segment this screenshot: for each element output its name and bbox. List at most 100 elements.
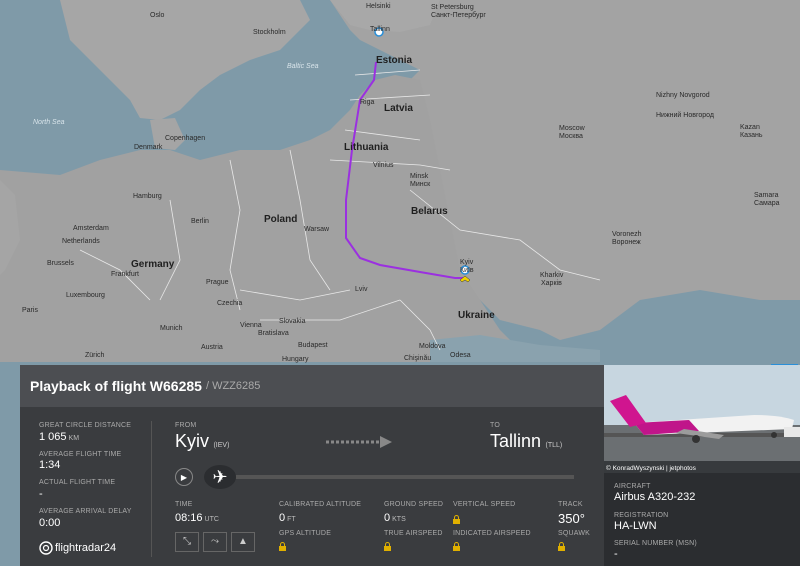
altitude-graph-button[interactable]: ▲ [231,532,255,552]
city-label: Budapest [298,342,328,349]
serial-label: SERIAL NUMBER (MSN) [614,540,697,547]
city-label: Paris [22,307,38,314]
country-label: Poland [264,214,297,225]
country-label: Ukraine [458,310,495,321]
city-label: Казань [740,132,763,139]
zoom-route-icon: ⤡ [183,536,191,547]
registration-value: HA-LWN [614,520,657,532]
country-label: Czechia [217,300,242,307]
city-label: Lviv [355,286,368,293]
route-arrow-icon [326,436,392,448]
city-label: Hamburg [133,193,162,200]
track-view-icon: ⤳ [211,536,219,547]
logo-text: flightradar24 [55,542,117,554]
city-label: Helsinki [366,3,391,10]
city-label: Oslo [150,12,165,19]
from-label: FROM [175,422,197,429]
panel-title: Playback of flight W66285 [30,378,202,394]
country-label: Germany [131,259,175,270]
country-label: Moldova [419,343,446,350]
city-label: Tallinn [370,26,390,33]
aircraft-label: AIRCRAFT [614,483,651,490]
to-label: TO [490,422,500,429]
country-label: Denmark [134,144,163,151]
actual-flight-label: ACTUAL FLIGHT TIME [39,479,116,486]
lock-icon [453,542,460,551]
city-label: Kazan [740,124,760,131]
city-label: Санкт-Петербург [431,11,486,19]
lock-icon [279,542,286,551]
city-label: Vienna [240,322,262,329]
great-circle-label: GREAT CIRCLE DISTANCE [39,422,132,429]
avg-delay-value: 0:00 [39,517,61,529]
time-number: 08:16 [175,512,203,524]
city-label: Минск [410,181,431,188]
city-label: Munich [160,325,183,332]
city-label: Minsk [410,173,429,180]
city-label: Vilnius [373,162,394,169]
city-label: Chişinău [404,355,431,362]
country-label: Netherlands [62,238,100,245]
playback-handle[interactable]: ✈ [204,465,236,489]
great-circle-value: 1 065 KM [39,431,79,443]
serial-value: - [614,548,618,560]
indicated-airspeed-label: INDICATED AIRSPEED [453,530,531,537]
city-label: Nizhny Novgorod [656,92,710,99]
lock-icon [558,542,565,551]
city-label: Moscow [559,125,586,132]
registration-label: REGISTRATION [614,512,669,519]
photo-credit: © KonradWyszynski | jetphotos [606,464,697,472]
play-button[interactable]: ▶ [175,468,193,486]
country-label: Lithuania [344,142,389,153]
cal-alt-value: 0 FT [279,512,296,524]
city-label: Brussels [47,260,74,267]
aircraft-info-panel: © KonradWyszynski | jetphotos AIRCRAFT A… [604,365,800,566]
avg-flight-value: 1:34 [39,459,61,471]
flightradar-logo[interactable]: flightradar24 [39,541,116,555]
avg-flight-label: AVERAGE FLIGHT TIME [39,451,122,458]
track-view-button[interactable]: ⤳ [203,532,227,552]
playback-track[interactable] [236,475,574,479]
from-code: (IEV) [213,442,230,449]
altitude-graph-icon: ▲ [238,536,248,547]
playback-panel: Playback of flight W66285 / WZZ6285 GREA… [20,365,604,566]
city-label: Bratislava [258,330,289,337]
city-label: Odesa [450,352,471,359]
sea-label: Baltic Sea [287,63,319,70]
ground-speed-value: 0 KTS [384,512,406,524]
city-label: St Petersburg [431,4,474,11]
city-label: Київ [460,267,474,274]
city-label: Воронеж [612,239,641,246]
time-value: 08:16 UTC [175,512,219,524]
city-label: Kharkiv [540,272,564,279]
country-label: Austria [201,344,223,351]
gps-alt-label: GPS ALTITUDE [279,530,332,537]
to-city: Tallinn [490,431,542,451]
city-label: Харків [541,279,562,287]
panel-header: Playback of flight W66285 / WZZ6285 [20,365,604,407]
to-code: (TLL) [545,442,563,449]
city-label: Нижний Новгород [656,111,714,119]
country-label: Latvia [384,103,413,114]
zoom-route-button[interactable]: ⤡ [175,532,199,552]
ground-speed-unit: KTS [392,516,406,523]
city-label: Warsaw [304,226,330,233]
time-unit: UTC [204,516,219,523]
country-label: Hungary [282,356,309,363]
city-label: Самара [754,200,780,207]
city-label: Frankfurt [111,271,139,278]
aircraft-photo[interactable]: © KonradWyszynski | jetphotos [604,365,800,473]
aircraft-value: Airbus A320-232 [614,491,696,503]
city-label: Copenhagen [165,135,205,142]
cal-alt-number: 0 [279,512,286,524]
track-label: TRACK [558,501,583,508]
from-airport[interactable]: Kyiv (IEV) [175,431,229,452]
to-airport[interactable]: Tallinn (TLL) [490,431,562,452]
cal-alt-label: CALIBRATED ALTITUDE [279,501,362,508]
city-label: Stockholm [253,29,286,36]
ground-speed-label: GROUND SPEED [384,501,444,508]
true-airspeed-label: TRUE AIRSPEED [384,530,443,537]
panel-subtitle: / WZZ6285 [205,380,261,392]
city-label: Amsterdam [73,225,109,232]
city-label: Berlin [191,218,209,225]
